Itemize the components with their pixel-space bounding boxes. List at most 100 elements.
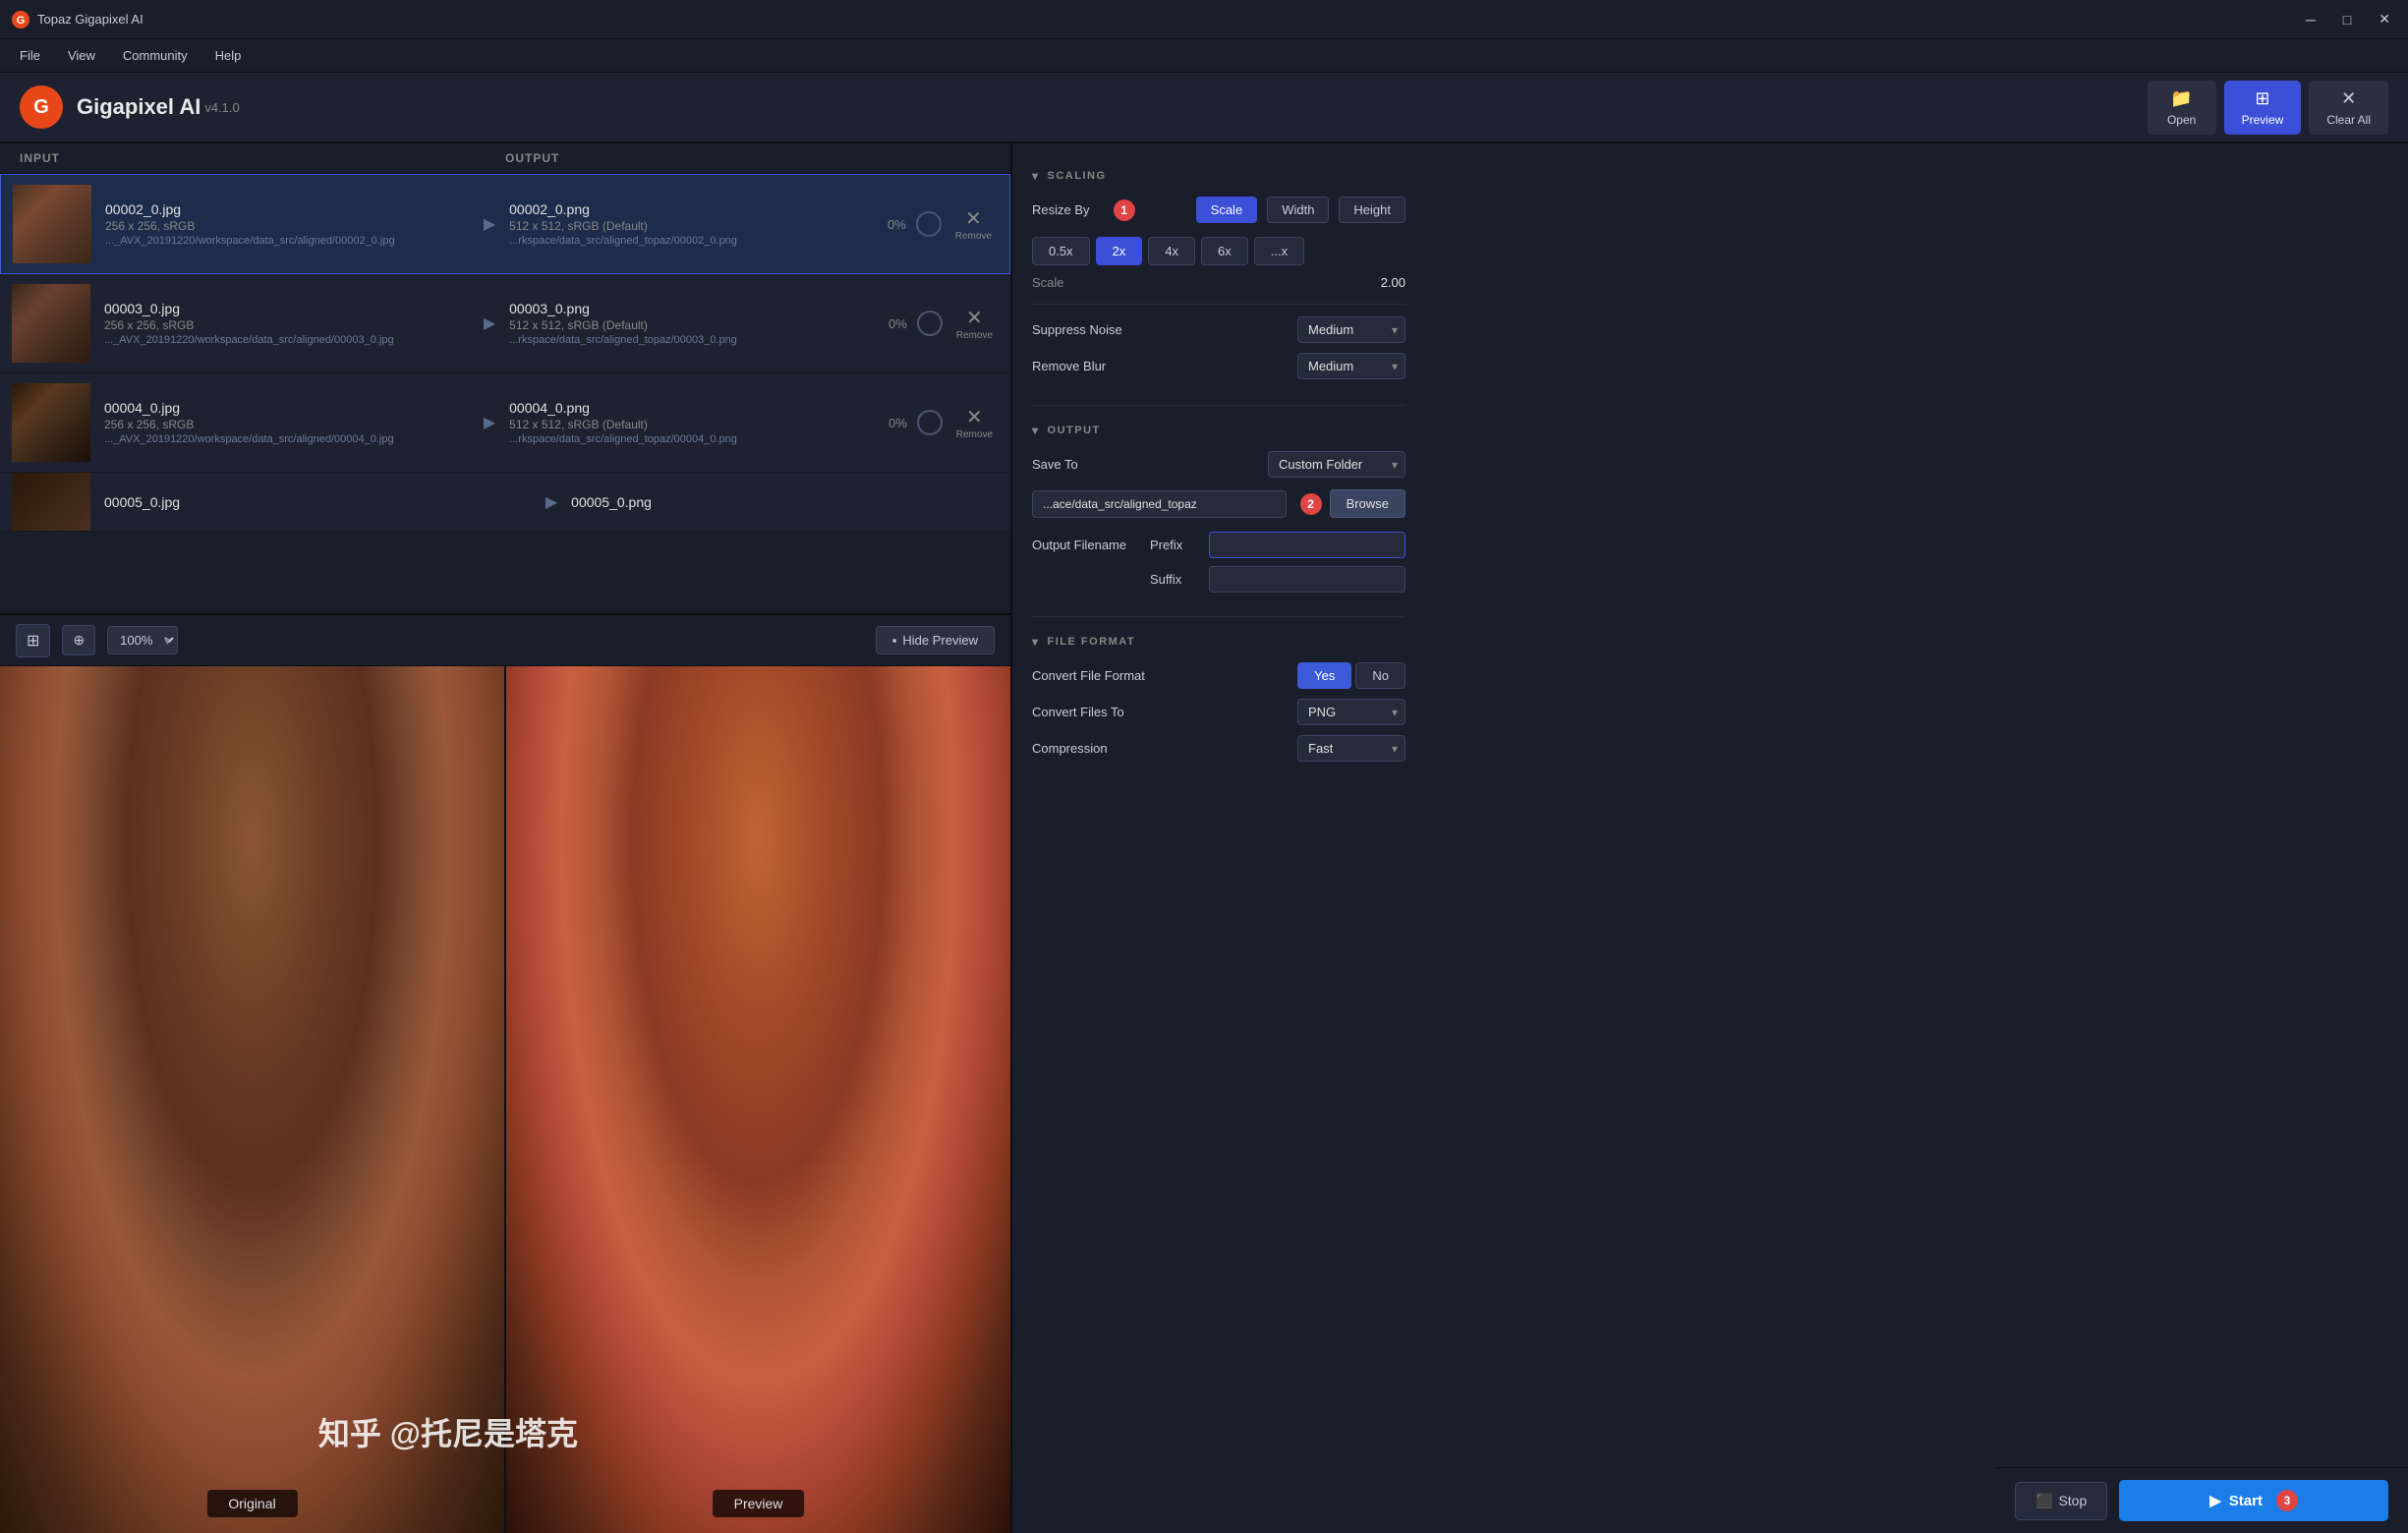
- save-to-select[interactable]: Custom Folder: [1268, 451, 1405, 478]
- output-column-header: OUTPUT: [505, 151, 991, 165]
- minimize-button[interactable]: ─: [2300, 9, 2322, 29]
- yes-button[interactable]: Yes: [1297, 662, 1351, 689]
- step2-badge: 2: [1300, 493, 1322, 515]
- open-label: Open: [2167, 113, 2196, 127]
- menu-community[interactable]: Community: [111, 44, 200, 67]
- input-column-header: INPUT: [20, 151, 505, 165]
- open-button[interactable]: 📁 Open: [2148, 81, 2216, 135]
- output-path-input[interactable]: [1032, 490, 1287, 518]
- convert-files-to-label: Convert Files To: [1032, 705, 1297, 719]
- remove-button[interactable]: ✕ Remove: [949, 200, 998, 248]
- menu-file[interactable]: File: [8, 44, 52, 67]
- table-row[interactable]: 00005_0.jpg ▶ 00005_0.png: [0, 473, 1010, 532]
- output-filename: 00003_0.png: [509, 301, 875, 316]
- table-row[interactable]: 00002_0.jpg 256 x 256, sRGB ..._AVX_2019…: [0, 174, 1010, 274]
- zoom-button[interactable]: ⊕: [62, 625, 95, 655]
- height-mode-button[interactable]: Height: [1339, 197, 1405, 223]
- remove-button[interactable]: ✕ Remove: [950, 399, 999, 446]
- suffix-label: Suffix: [1150, 572, 1209, 587]
- scaling-section-content: Resize By 1 Scale Width Height 0.5x 2x 4…: [1012, 189, 1425, 405]
- hide-preview-button[interactable]: ▪ Hide Preview: [876, 626, 995, 654]
- prefix-input[interactable]: [1209, 532, 1405, 558]
- no-button[interactable]: No: [1355, 662, 1405, 689]
- progress-text: 0%: [889, 416, 907, 430]
- scale-05x-button[interactable]: 0.5x: [1032, 237, 1090, 265]
- thumbnail: [13, 185, 91, 263]
- scale-4x-button[interactable]: 4x: [1148, 237, 1195, 265]
- width-mode-button[interactable]: Width: [1267, 197, 1329, 223]
- progress-area: 0%: [888, 211, 942, 237]
- scale-mode-button[interactable]: Scale: [1196, 197, 1258, 223]
- divider: [1032, 304, 1405, 305]
- scale-value-label: Scale: [1032, 275, 1381, 290]
- table-row[interactable]: 00004_0.jpg 256 x 256, sRGB ..._AVX_2019…: [0, 373, 1010, 473]
- output-file-info: 00003_0.png 512 x 512, sRGB (Default) ..…: [509, 301, 875, 346]
- input-file-info: 00004_0.jpg 256 x 256, sRGB ..._AVX_2019…: [104, 400, 470, 445]
- progress-text: 0%: [888, 217, 906, 232]
- hide-preview-label: Hide Preview: [902, 633, 978, 648]
- convert-files-to-row: Convert Files To PNG: [1032, 699, 1405, 725]
- output-filename: 00004_0.png: [509, 400, 875, 416]
- input-filepath: ..._AVX_20191220/workspace/data_src/alig…: [104, 433, 470, 445]
- app-version: v4.1.0: [204, 100, 239, 115]
- close-button[interactable]: ✕: [2373, 9, 2396, 29]
- enhanced-image: [506, 666, 1010, 1533]
- convert-files-to-select[interactable]: PNG: [1297, 699, 1405, 725]
- file-format-section-header[interactable]: ▾ FILE FORMAT: [1012, 625, 1425, 654]
- remove-blur-select[interactable]: Medium: [1297, 353, 1405, 379]
- titlebar: G Topaz Gigapixel AI ─ □ ✕: [0, 0, 2408, 39]
- remove-button[interactable]: ✕ Remove: [950, 300, 999, 347]
- grid-view-button[interactable]: ⊞: [16, 624, 50, 657]
- section-divider: [1032, 405, 1405, 406]
- section-divider2: [1032, 616, 1405, 617]
- scale-custom-button[interactable]: ...x: [1254, 237, 1304, 265]
- browse-button[interactable]: Browse: [1330, 489, 1405, 518]
- output-file-info: 00005_0.png: [571, 494, 999, 510]
- scaling-section-header[interactable]: ▾ SCALING: [1012, 159, 1425, 189]
- input-filename: 00004_0.jpg: [104, 400, 470, 416]
- preview-button[interactable]: ⊞ Preview: [2224, 81, 2302, 135]
- remove-label: Remove: [956, 330, 993, 341]
- output-filename: 00002_0.png: [509, 201, 874, 217]
- menu-view[interactable]: View: [56, 44, 107, 67]
- menubar: File View Community Help: [0, 39, 2408, 73]
- input-file-info: 00002_0.jpg 256 x 256, sRGB ..._AVX_2019…: [105, 201, 470, 247]
- input-filesize: 256 x 256, sRGB: [104, 318, 470, 332]
- arrow-right-icon: ▶: [484, 413, 495, 432]
- output-filepath: ...rkspace/data_src/aligned_topaz/00004_…: [509, 433, 875, 445]
- remove-blur-row: Remove Blur Medium: [1032, 353, 1405, 379]
- header-buttons: 📁 Open ⊞ Preview ✕ Clear All: [2148, 81, 2388, 135]
- original-image: [0, 666, 504, 1533]
- convert-file-format-label: Convert File Format: [1032, 668, 1297, 683]
- chevron-down-icon: ▾: [1032, 424, 1040, 437]
- suffix-input[interactable]: [1209, 566, 1405, 593]
- output-filedetails: 512 x 512, sRGB (Default): [509, 219, 874, 233]
- clear-all-button[interactable]: ✕ Clear All: [2309, 81, 2388, 135]
- header: G Gigapixel AI v4.1.0 📁 Open ⊞ Preview ✕…: [0, 73, 2408, 143]
- yes-no-toggle: Yes No: [1297, 662, 1405, 689]
- output-header-label: OUTPUT: [1048, 425, 1101, 436]
- scale-2x-button[interactable]: 2x: [1096, 237, 1143, 265]
- menu-help[interactable]: Help: [203, 44, 254, 67]
- input-filename: 00002_0.jpg: [105, 201, 470, 217]
- file-format-header-label: FILE FORMAT: [1048, 636, 1136, 648]
- scale-6x-button[interactable]: 6x: [1201, 237, 1248, 265]
- app-name: Gigapixel AI: [77, 94, 201, 120]
- file-list[interactable]: INPUT OUTPUT 00002_0.jpg 256 x 256, sRGB…: [0, 143, 1010, 615]
- output-section-content: Save To Custom Folder 2 Browse Output Fi…: [1012, 443, 1425, 616]
- suppress-noise-select[interactable]: Medium: [1297, 316, 1405, 343]
- output-path-row: 2 Browse: [1032, 489, 1405, 518]
- table-row[interactable]: 00003_0.jpg 256 x 256, sRGB ..._AVX_2019…: [0, 274, 1010, 373]
- save-to-row: Save To Custom Folder: [1032, 451, 1405, 478]
- thumbnail: [12, 473, 90, 532]
- scaling-header-label: SCALING: [1048, 170, 1107, 182]
- input-filename: 00003_0.jpg: [104, 301, 470, 316]
- output-section-header[interactable]: ▾ OUTPUT: [1012, 414, 1425, 443]
- progress-text: 0%: [889, 316, 907, 331]
- prefix-label: Prefix: [1150, 538, 1209, 552]
- right-panel: ▾ SCALING Resize By 1 Scale Width Height…: [1012, 143, 1425, 1533]
- zoom-select[interactable]: 100%: [107, 626, 178, 654]
- maximize-button[interactable]: □: [2337, 9, 2357, 29]
- compression-select[interactable]: Fast: [1297, 735, 1405, 762]
- progress-area: 0%: [889, 311, 943, 336]
